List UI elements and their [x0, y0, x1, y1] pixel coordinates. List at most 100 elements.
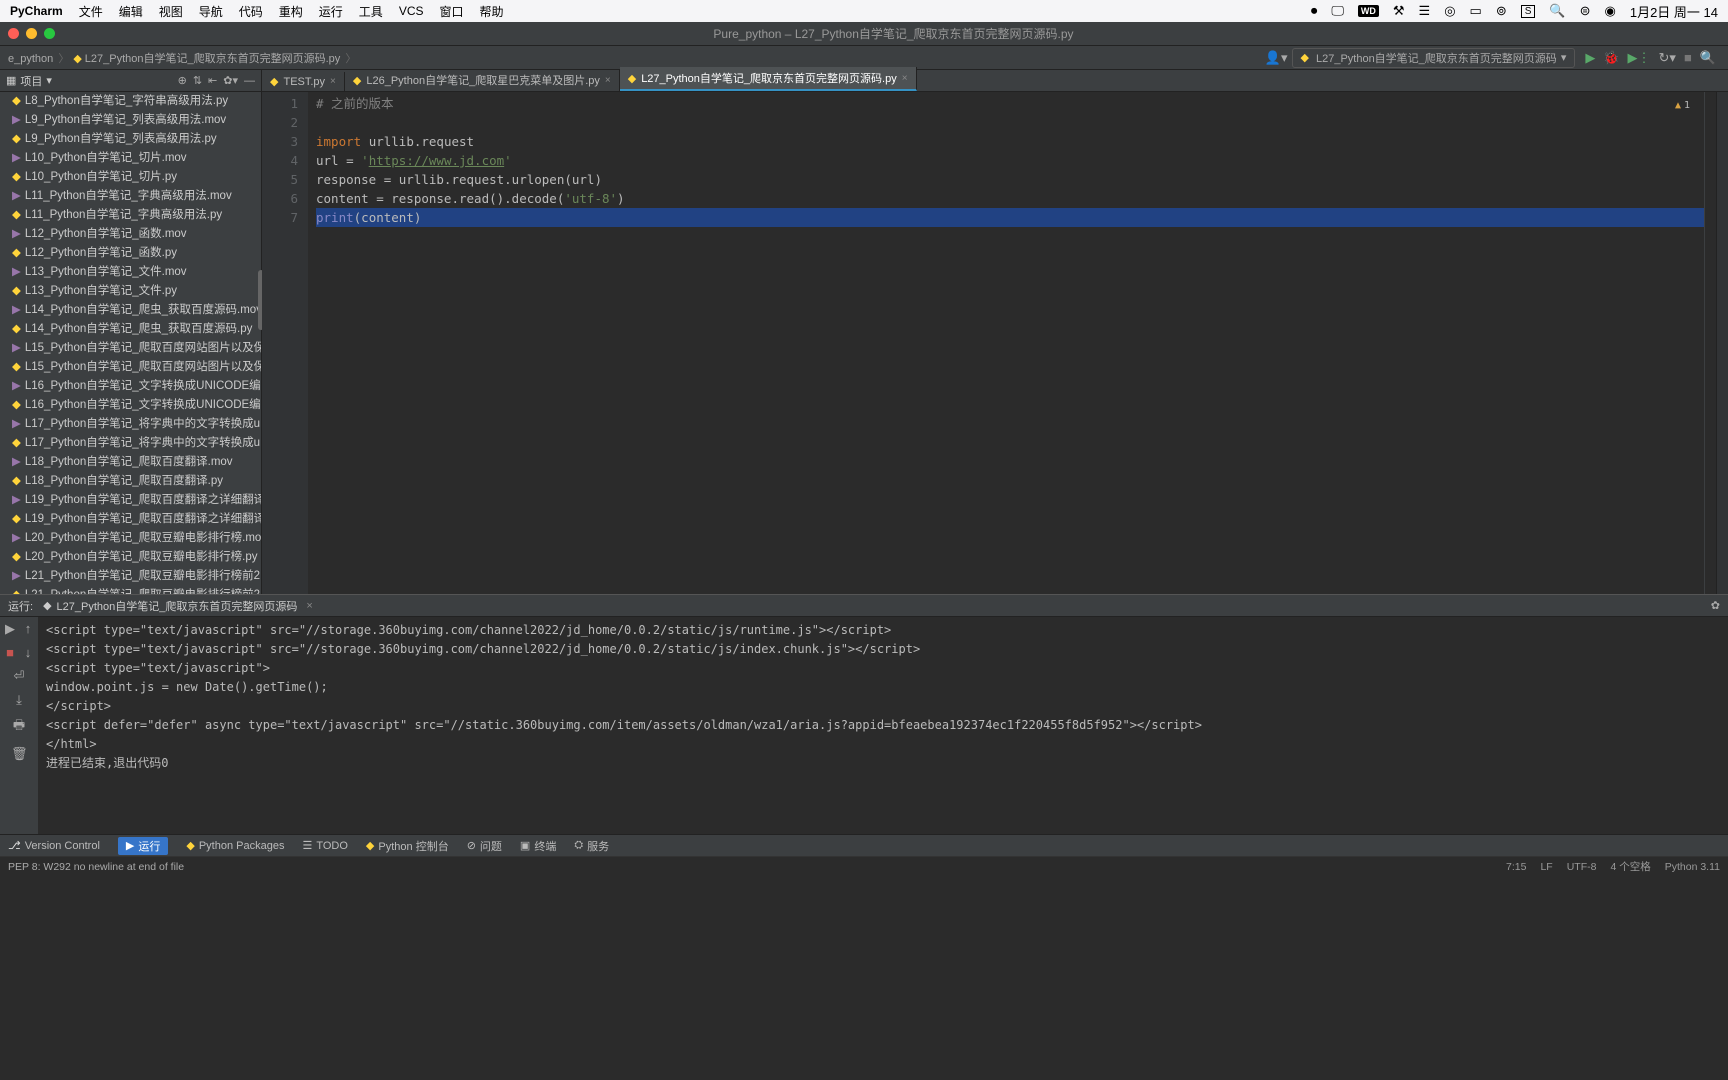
- file-tree-item[interactable]: ▶L16_Python自学笔记_文字转换成UNICODE编码: [0, 377, 261, 396]
- close-icon[interactable]: ×: [605, 75, 611, 86]
- collapse-icon[interactable]: ⇤: [208, 74, 217, 87]
- file-tree-item[interactable]: ◆L19_Python自学笔记_爬取百度翻译之详细翻译: [0, 510, 261, 529]
- file-tree-item[interactable]: ◆L10_Python自学笔记_切片.py: [0, 168, 261, 187]
- indent-setting[interactable]: 4 个空格: [1610, 859, 1650, 874]
- sidebar-title[interactable]: 项目: [20, 73, 42, 89]
- menu-run[interactable]: 运行: [319, 3, 343, 20]
- code-body[interactable]: # 之前的版本 import urllib.request url = 'htt…: [308, 92, 1704, 594]
- menu-vcs[interactable]: VCS: [399, 4, 424, 18]
- console-output[interactable]: <script type="text/javascript" src="//st…: [38, 617, 1728, 834]
- file-tree-item[interactable]: ▶L20_Python自学笔记_爬取豆瓣电影排行榜.mov: [0, 529, 261, 548]
- breadcrumb-file[interactable]: ◆L27_Python自学笔记_爬取京东首页完整网页源码.py: [73, 50, 356, 66]
- terminal-button[interactable]: ▣终端: [520, 838, 556, 854]
- file-tree-item[interactable]: ◆L20_Python自学笔记_爬取豆瓣电影排行榜.py: [0, 548, 261, 567]
- run-toolwindow-button[interactable]: ▶运行: [118, 837, 168, 855]
- todo-button[interactable]: ☰TODO: [302, 839, 347, 852]
- file-tree-item[interactable]: ▶L17_Python自学笔记_将字典中的文字转换成u: [0, 415, 261, 434]
- stop-button[interactable]: ■: [2, 645, 18, 660]
- wifi-icon[interactable]: ⊚: [1496, 3, 1507, 19]
- file-encoding[interactable]: UTF-8: [1567, 861, 1597, 873]
- menu-navigate[interactable]: 导航: [199, 3, 223, 20]
- inspection-message[interactable]: PEP 8: W292 no newline at end of file: [8, 861, 184, 873]
- rerun-button[interactable]: ▶: [2, 621, 18, 637]
- inspection-badge[interactable]: ▲1: [1675, 96, 1690, 115]
- control-center-icon[interactable]: ⊜: [1580, 3, 1591, 19]
- run-config-selector[interactable]: ◆ L27_Python自学笔记_爬取京东首页完整网页源码 ▾: [1292, 48, 1576, 68]
- editor-tab[interactable]: ◆L26_Python自学笔记_爬取星巴克菜单及图片.py×: [345, 69, 620, 91]
- file-tree-item[interactable]: ▶L12_Python自学笔记_函数.mov: [0, 225, 261, 244]
- close-icon[interactable]: [8, 28, 19, 39]
- code-editor[interactable]: 1234567 # 之前的版本 import urllib.request ur…: [262, 92, 1728, 594]
- editor-scrollbar[interactable]: [1716, 92, 1728, 594]
- problems-button[interactable]: ⊘问题: [467, 838, 502, 854]
- close-icon[interactable]: ×: [902, 73, 908, 84]
- file-tree-item[interactable]: ▶L18_Python自学笔记_爬取百度翻译.mov: [0, 453, 261, 472]
- file-tree-item[interactable]: ◆L8_Python自学笔记_字符串高级用法.py: [0, 92, 261, 111]
- file-tree-item[interactable]: ▶L10_Python自学笔记_切片.mov: [0, 149, 261, 168]
- minimize-icon[interactable]: [26, 28, 37, 39]
- file-tree-item[interactable]: ▶L19_Python自学笔记_爬取百度翻译之详细翻译: [0, 491, 261, 510]
- file-tree-item[interactable]: ▶L15_Python自学笔记_爬取百度网站图片以及保存: [0, 339, 261, 358]
- menu-view[interactable]: 视图: [159, 3, 183, 20]
- siri-icon[interactable]: ◉: [1605, 3, 1616, 19]
- file-tree-item[interactable]: ◆L18_Python自学笔记_爬取百度翻译.py: [0, 472, 261, 491]
- search-everywhere-icon[interactable]: 🔍: [1700, 50, 1716, 66]
- utensils-icon[interactable]: ⚒: [1393, 3, 1405, 19]
- gear-icon[interactable]: ✿▾: [223, 74, 238, 87]
- s-icon[interactable]: S: [1521, 5, 1536, 18]
- user-icon[interactable]: 👤▾: [1265, 50, 1288, 66]
- menu-help[interactable]: 帮助: [480, 3, 504, 20]
- file-tree-item[interactable]: ▶L14_Python自学笔记_爬虫_获取百度源码.mov: [0, 301, 261, 320]
- file-tree-item[interactable]: ▶L11_Python自学笔记_字典高级用法.mov: [0, 187, 261, 206]
- file-tree-item[interactable]: ◆L17_Python自学笔记_将字典中的文字转换成u: [0, 434, 261, 453]
- search-icon[interactable]: 🔍: [1549, 3, 1565, 19]
- file-tree[interactable]: ◆L8_Python自学笔记_字符串高级用法.py▶L9_Python自学笔记_…: [0, 92, 261, 594]
- window-controls[interactable]: [8, 28, 55, 39]
- down-icon[interactable]: ↓: [20, 645, 36, 660]
- menu-code[interactable]: 代码: [239, 3, 263, 20]
- console-button[interactable]: ◆Python 控制台: [366, 838, 449, 854]
- menu-edit[interactable]: 编辑: [119, 3, 143, 20]
- scroll-icon[interactable]: ⤓: [11, 692, 27, 708]
- wd-icon[interactable]: WD: [1358, 5, 1379, 17]
- target-icon[interactable]: ⊕: [178, 74, 187, 87]
- file-tree-item[interactable]: ▶L9_Python自学笔记_列表高级用法.mov: [0, 111, 261, 130]
- maximize-icon[interactable]: [44, 28, 55, 39]
- chevron-down-icon[interactable]: ▾: [46, 74, 52, 87]
- menu-window[interactable]: 窗口: [440, 3, 464, 20]
- trash-icon[interactable]: 🗑: [11, 746, 27, 762]
- stop-button[interactable]: ■: [1684, 50, 1692, 65]
- file-tree-item[interactable]: ◆L11_Python自学笔记_字典高级用法.py: [0, 206, 261, 225]
- editor-tab[interactable]: ◆L27_Python自学笔记_爬取京东首页完整网页源码.py×: [620, 67, 917, 91]
- up-icon[interactable]: ↑: [20, 621, 36, 637]
- interpreter[interactable]: Python 3.11: [1665, 861, 1720, 873]
- battery-icon[interactable]: ▭: [1470, 3, 1482, 19]
- editor-tab[interactable]: ◆TEST.py×: [262, 72, 345, 91]
- file-tree-item[interactable]: ◆L15_Python自学笔记_爬取百度网站图片以及保存: [0, 358, 261, 377]
- menu-refactor[interactable]: 重构: [279, 3, 303, 20]
- caret-position[interactable]: 7:15: [1506, 861, 1526, 873]
- minimap[interactable]: [1704, 92, 1716, 594]
- line-separator[interactable]: LF: [1540, 861, 1552, 873]
- run-button[interactable]: ▶: [1585, 50, 1595, 66]
- wrap-icon[interactable]: ⏎: [11, 668, 27, 684]
- version-control-button[interactable]: Version Control: [25, 840, 100, 852]
- file-tree-item[interactable]: ◆L16_Python自学笔记_文字转换成UNICODE编码: [0, 396, 261, 415]
- services-button[interactable]: ⛭服务: [574, 838, 609, 854]
- file-tree-item[interactable]: ◆L14_Python自学笔记_爬虫_获取百度源码.py: [0, 320, 261, 339]
- menu-tools[interactable]: 工具: [359, 3, 383, 20]
- file-tree-item[interactable]: ▶L21_Python自学笔记_爬取豆瓣电影排行榜前2: [0, 567, 261, 586]
- run-tab[interactable]: ◆ L27_Python自学笔记_爬取京东首页完整网页源码 ×: [43, 598, 313, 614]
- file-tree-item[interactable]: ▶L13_Python自学笔记_文件.mov: [0, 263, 261, 282]
- close-icon[interactable]: ×: [306, 600, 312, 612]
- packages-button[interactable]: ◆Python Packages: [186, 839, 284, 852]
- close-icon[interactable]: ×: [330, 76, 336, 87]
- clock[interactable]: 1月2日 周一 14: [1630, 2, 1718, 21]
- run-extra-button[interactable]: ↻▾: [1659, 50, 1676, 66]
- file-tree-item[interactable]: ◆L12_Python自学笔记_函数.py: [0, 244, 261, 263]
- more-run-button[interactable]: ▶⋮: [1628, 50, 1651, 66]
- circle-icon[interactable]: ◎: [1444, 3, 1455, 19]
- debug-button[interactable]: 🐞: [1603, 50, 1619, 66]
- file-tree-item[interactable]: ◆L13_Python自学笔记_文件.py: [0, 282, 261, 301]
- file-tree-item[interactable]: ◆L9_Python自学笔记_列表高级用法.py: [0, 130, 261, 149]
